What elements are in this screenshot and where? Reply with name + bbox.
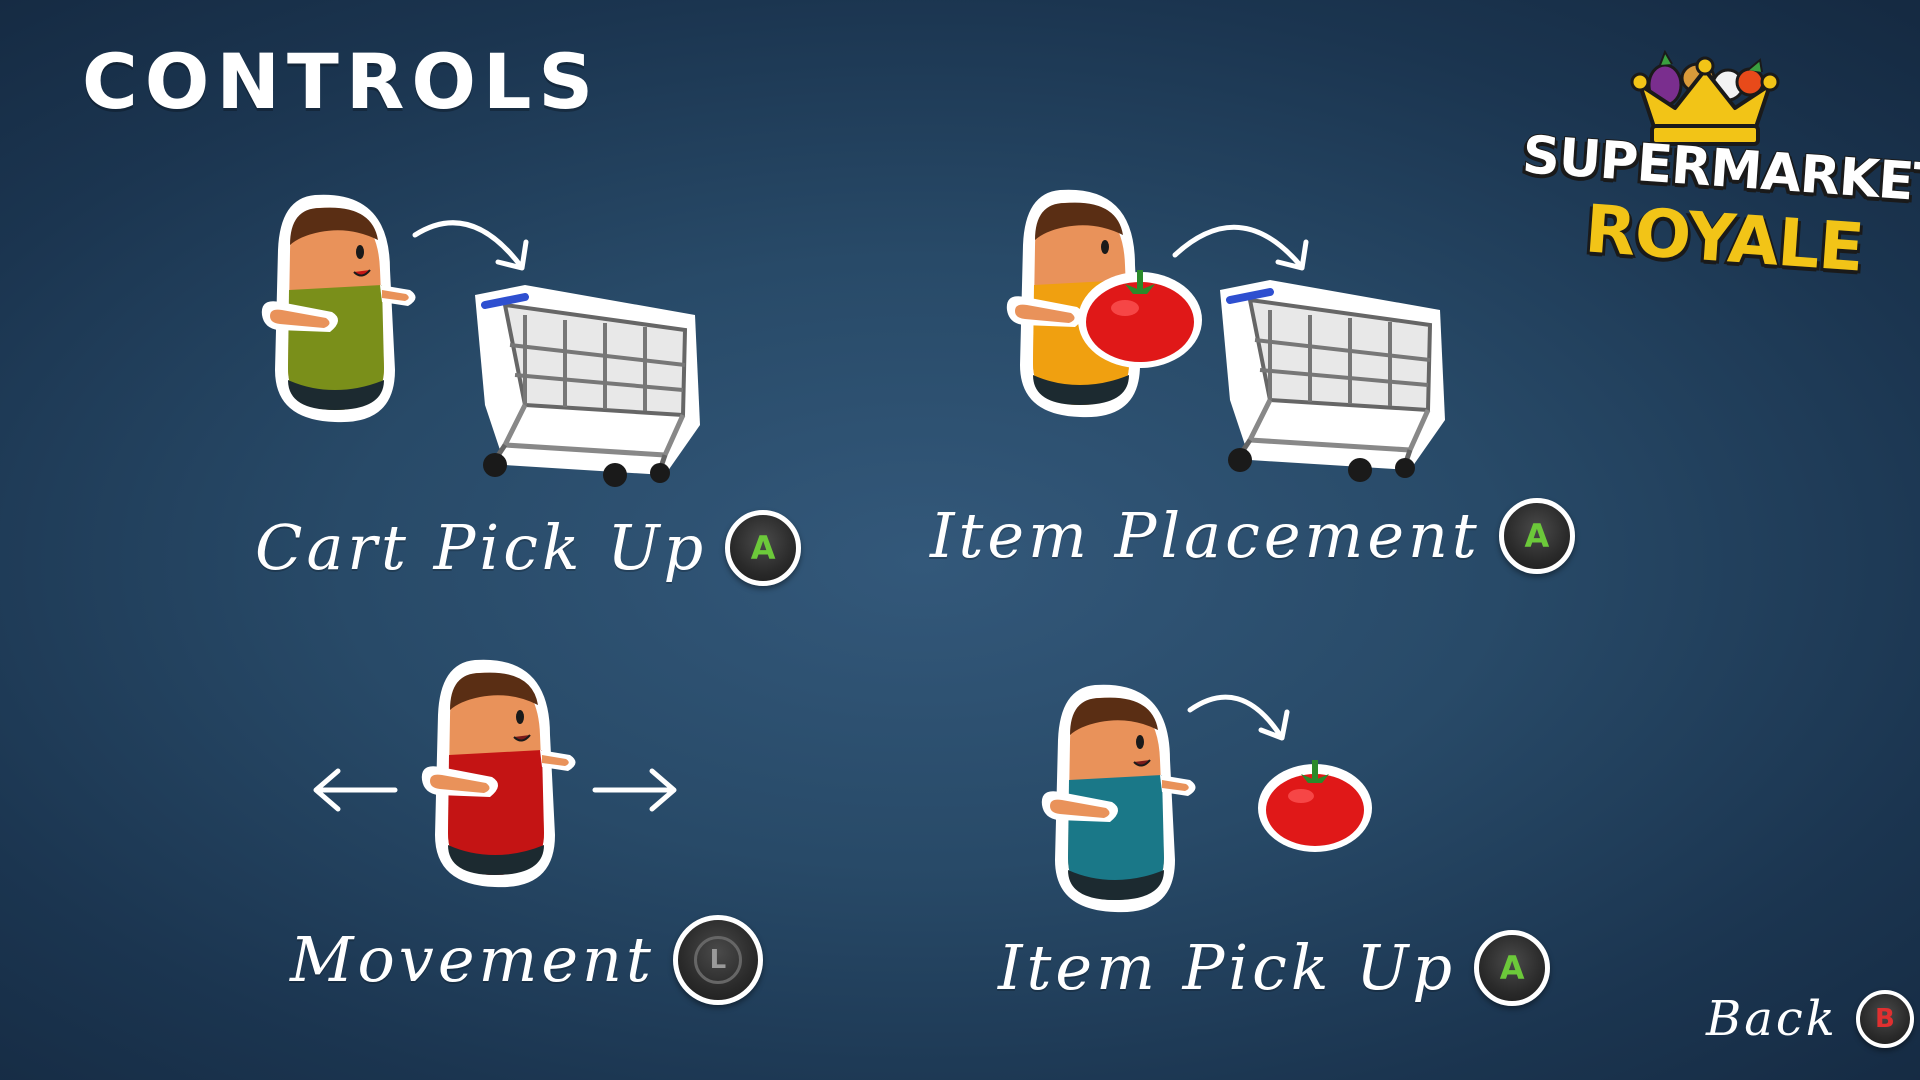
control-label: Movement xyxy=(290,923,655,996)
a-button-icon: A xyxy=(1474,930,1551,1006)
tomato-icon xyxy=(1258,760,1372,852)
control-movement: Movement L xyxy=(270,650,763,1030)
crown-icon xyxy=(1630,49,1780,146)
button-letter: L xyxy=(693,936,742,984)
character-icon xyxy=(421,659,576,888)
control-cart-pick-up: Cart Pick Up A xyxy=(240,180,802,600)
button-letter: A xyxy=(750,529,776,567)
game-logo: SUPERMARKET ROYALE xyxy=(1500,30,1920,290)
control-item-placement: Item Placement A xyxy=(930,180,1575,600)
back-label: Back xyxy=(1706,991,1838,1047)
a-button-icon: A xyxy=(1498,498,1575,574)
control-label: Cart Pick Up xyxy=(255,511,708,584)
control-label-row: Movement L xyxy=(290,915,763,1005)
control-item-pick-up: Item Pick Up A xyxy=(990,670,1551,1030)
b-button-icon: B xyxy=(1855,990,1914,1048)
arrow-icon xyxy=(592,768,677,812)
button-letter: A xyxy=(1499,949,1525,987)
back-button[interactable]: Back B xyxy=(1706,990,1914,1048)
control-label-row: Item Pick Up A xyxy=(998,930,1551,1006)
a-button-icon: A xyxy=(725,510,802,586)
control-label-row: Cart Pick Up A xyxy=(255,510,802,586)
controls-screen: CONTROLS SUPERMARKET ROYALE Cart Pick Up… xyxy=(0,0,1920,1080)
control-label: Item Placement xyxy=(930,499,1481,572)
l-stick-icon: L xyxy=(672,915,763,1005)
control-label-row: Item Placement A xyxy=(930,498,1575,574)
shopping-cart-icon xyxy=(475,285,700,487)
arrow-icon xyxy=(412,220,529,271)
character-icon xyxy=(261,194,416,423)
control-label: Item Pick Up xyxy=(998,931,1457,1004)
arrow-icon xyxy=(313,768,398,812)
page-title: CONTROLS xyxy=(82,37,601,126)
shopping-cart-icon xyxy=(1220,280,1445,482)
arrow-icon xyxy=(1187,694,1290,741)
button-letter: B xyxy=(1874,1004,1895,1034)
button-letter: A xyxy=(1524,517,1550,555)
